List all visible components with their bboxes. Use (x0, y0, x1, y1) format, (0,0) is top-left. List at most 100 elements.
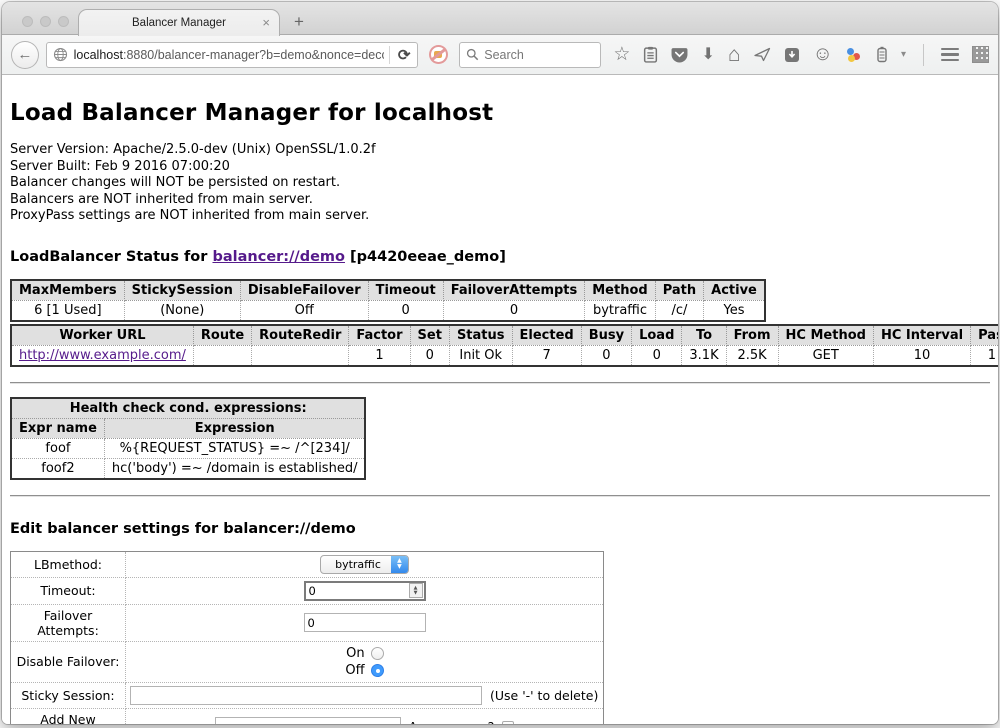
close-window-button[interactable] (22, 16, 33, 27)
loadbalancer-status-heading: LoadBalancer Status for balancer://demo … (10, 249, 990, 265)
zoom-window-button[interactable] (58, 16, 69, 27)
health-check-caption: Health check cond. expressions: (11, 398, 365, 419)
balancer-settings-form: LBmethod: bytraffic ▲▼ Timeout: ▲▼ (10, 551, 604, 724)
cell-route (193, 345, 251, 366)
table-header-row: Worker URL Route RouteRedir Factor Set S… (11, 325, 998, 346)
search-placeholder: Search (484, 48, 524, 62)
battery-icon[interactable] (876, 46, 888, 63)
traffic-lights (22, 16, 69, 27)
are-you-sure-label: Are you sure? (409, 719, 495, 724)
tab-balancer-manager[interactable]: Balancer Manager × (78, 9, 280, 36)
url-domain: localhost (74, 48, 123, 62)
col-set: Set (410, 325, 449, 346)
cell-maxmembers: 6 [1 Used] (11, 300, 124, 321)
col-to: To (682, 325, 726, 346)
feedback-smiley-icon[interactable]: ☺ (813, 46, 833, 63)
persist-note: Balancer changes will NOT be persisted o… (10, 175, 990, 192)
reload-icon[interactable]: ⟳ (395, 46, 414, 64)
failover-off-radio[interactable] (371, 664, 384, 677)
cell-factor: 1 (349, 345, 410, 366)
url-path: :8880/balancer-manager?b=demo&nonce=decc… (123, 48, 384, 62)
cell-active: Yes (704, 300, 765, 321)
cell-method: bytraffic (585, 300, 655, 321)
minimize-window-button[interactable] (40, 16, 51, 27)
content-blocked-icon[interactable] (429, 45, 448, 64)
inherit-note: Balancers are NOT inherited from main se… (10, 192, 990, 209)
pocket-icon[interactable] (671, 47, 688, 63)
worker-url-link[interactable]: http://www.example.com/ (19, 348, 186, 363)
globe-icon (53, 47, 68, 62)
timeout-input[interactable] (306, 584, 409, 598)
timeout-cell: ▲▼ (126, 577, 604, 604)
home-icon[interactable]: ⌂ (728, 46, 741, 63)
col-stickysession: StickySession (124, 280, 240, 301)
cell-path: /c/ (655, 300, 703, 321)
sticky-session-input[interactable] (130, 686, 482, 705)
back-button[interactable]: ← (11, 41, 39, 69)
cell-from: 2.5K (726, 345, 778, 366)
are-you-sure-checkbox[interactable] (502, 721, 514, 724)
cell-hc-interval: 10 (873, 345, 970, 366)
table-header-row: MaxMembers StickySession DisableFailover… (11, 280, 765, 301)
radio-off-label: Off (345, 663, 364, 678)
cell-expression: hc('body') =~ /domain is established/ (104, 458, 365, 479)
add-worker-input[interactable] (215, 717, 401, 724)
failover-on-radio[interactable] (371, 647, 384, 660)
lbmethod-select[interactable]: bytraffic ▲▼ (320, 555, 409, 574)
server-info: Server Version: Apache/2.5.0-dev (Unix) … (10, 142, 990, 225)
proxypass-note: ProxyPass settings are NOT inherited fro… (10, 208, 990, 225)
table-row: foof %{REQUEST_STATUS} =~ /^[234]/ (11, 438, 365, 458)
table-caption-row: Health check cond. expressions: (11, 398, 365, 419)
col-routeredir: RouteRedir (252, 325, 349, 346)
add-worker-row: Add New Worker: Are you sure? (11, 708, 604, 724)
radio-on-label: On (346, 646, 364, 661)
table-row: foof2 hc('body') =~ /domain is establish… (11, 458, 365, 479)
lb-heading-prefix: LoadBalancer Status for (10, 249, 212, 265)
section-divider (10, 495, 990, 497)
section-divider (10, 382, 990, 384)
clipboard-icon[interactable] (643, 46, 658, 63)
cell-busy: 0 (581, 345, 631, 366)
cell-timeout: 0 (368, 300, 443, 321)
colored-dots-extension-icon[interactable] (846, 46, 863, 63)
bookmark-star-icon[interactable]: ☆ (613, 46, 630, 63)
disable-failover-label: Disable Failover: (11, 641, 126, 682)
cell-disablefailover: Off (240, 300, 368, 321)
lbmethod-label: LBmethod: (11, 551, 126, 577)
cell-worker-url: http://www.example.com/ (11, 345, 193, 366)
col-status: Status (449, 325, 512, 346)
sticky-session-row: Sticky Session: (Use '-' to delete) (11, 682, 604, 708)
chevron-down-icon[interactable]: ▾ (901, 49, 906, 60)
number-stepper-icon[interactable]: ▲▼ (409, 583, 423, 598)
lb-heading-suffix: [p4420eeae_demo] (345, 249, 506, 265)
table-row: 6 [1 Used] (None) Off 0 0 bytraffic /c/ … (11, 300, 765, 321)
new-tab-button[interactable]: + (294, 12, 304, 32)
menu-icon[interactable] (941, 48, 959, 62)
balancer-demo-link[interactable]: balancer://demo (212, 249, 345, 265)
table-row: http://www.example.com/ 1 0 Init Ok 7 0 … (11, 345, 998, 366)
col-hc-interval: HC Interval (873, 325, 970, 346)
grid-extension-icon[interactable] (972, 46, 989, 63)
url-bar[interactable]: localhost:8880/balancer-manager?b=demo&n… (46, 42, 419, 68)
col-active: Active (704, 280, 765, 301)
col-failoverattempts: FailoverAttempts (443, 280, 585, 301)
url-divider (389, 46, 390, 64)
send-tab-icon[interactable] (754, 47, 771, 62)
col-load: Load (632, 325, 682, 346)
cell-expression: %{REQUEST_STATUS} =~ /^[234]/ (104, 438, 365, 458)
col-timeout: Timeout (368, 280, 443, 301)
close-tab-icon[interactable]: × (262, 16, 270, 29)
timeout-label: Timeout: (11, 577, 126, 604)
select-stepper-icon: ▲▼ (391, 555, 408, 574)
save-to-device-icon[interactable] (784, 47, 800, 63)
col-busy: Busy (581, 325, 631, 346)
search-icon (466, 48, 479, 61)
downloads-icon[interactable]: ⬇ (701, 46, 714, 63)
toolbar-separator (923, 44, 924, 66)
cell-set: 0 (410, 345, 449, 366)
failover-attempts-input[interactable] (304, 613, 426, 632)
search-input[interactable]: Search (459, 42, 601, 68)
cell-failoverattempts: 0 (443, 300, 585, 321)
table-header-row: Expr name Expression (11, 418, 365, 438)
col-path: Path (655, 280, 703, 301)
